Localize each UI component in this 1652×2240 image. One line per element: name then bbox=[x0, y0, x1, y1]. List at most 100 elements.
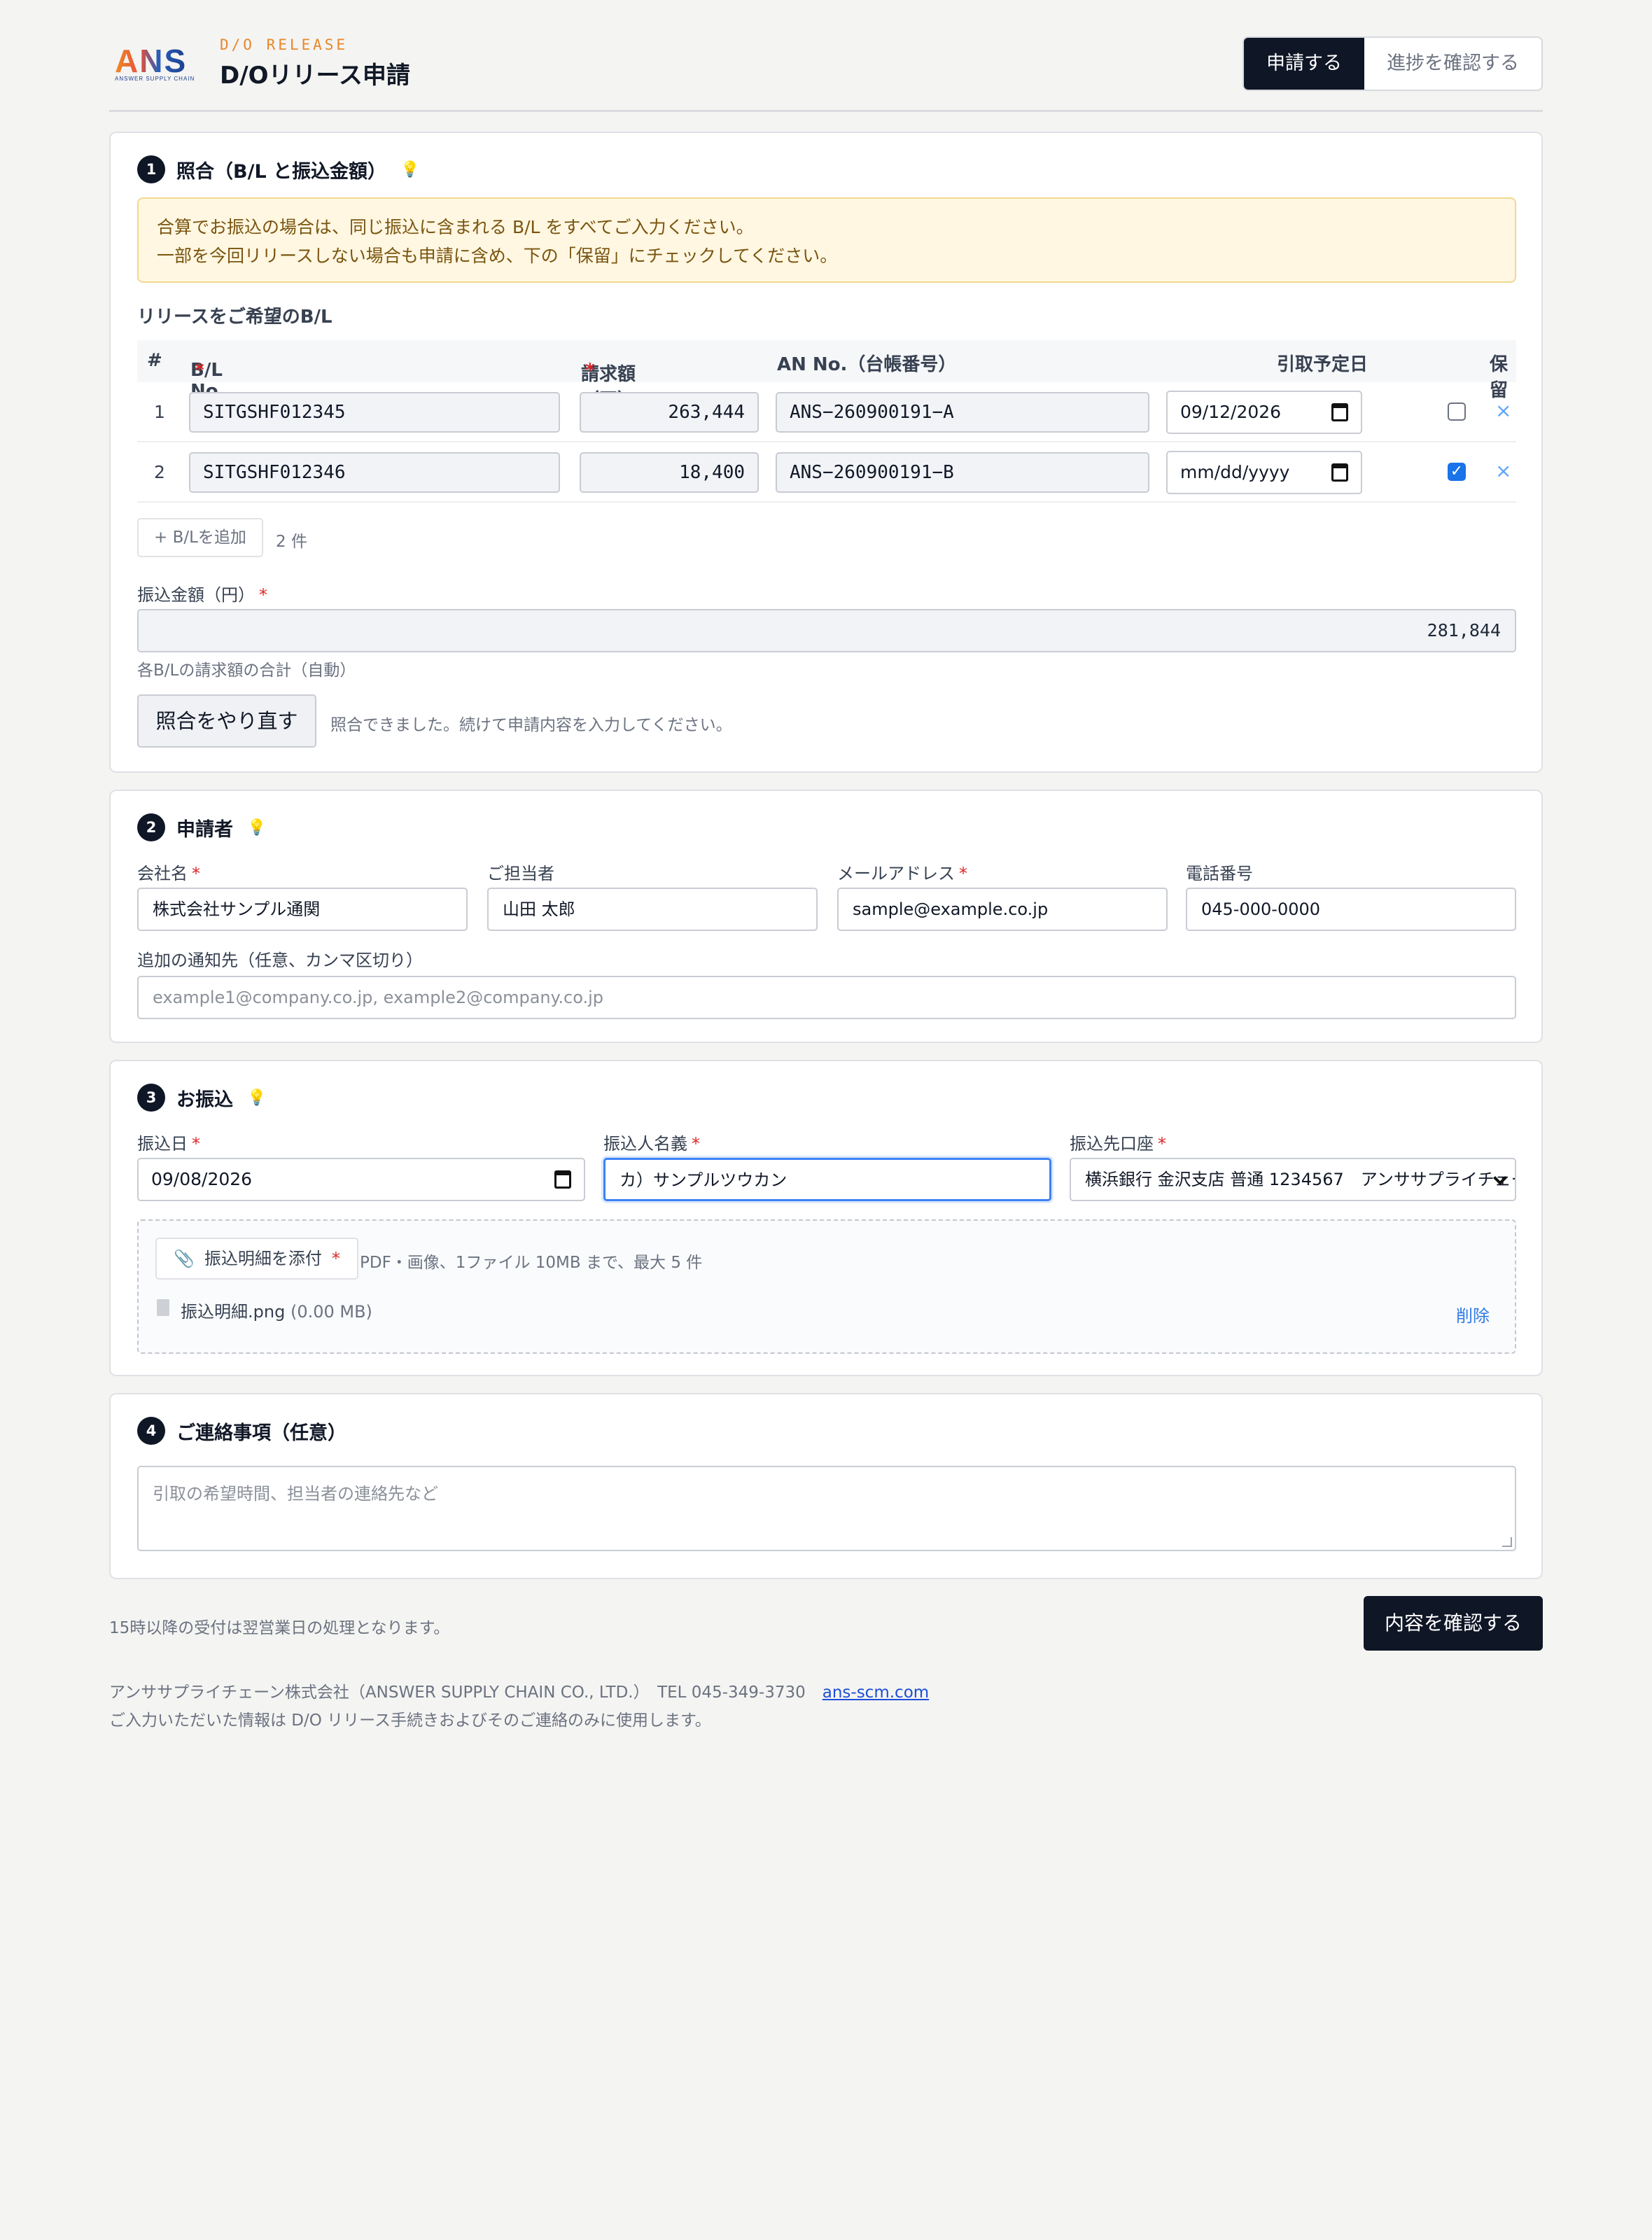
section-title: 1 照合（B/L と振込金額） 💡 bbox=[137, 155, 419, 183]
hold-checkbox[interactable] bbox=[1448, 402, 1466, 421]
column-header-index: # bbox=[147, 350, 162, 371]
website-link[interactable]: ans-scm.com bbox=[822, 1684, 929, 1702]
company-name-input[interactable]: 株式会社サンプル通関 bbox=[137, 888, 468, 931]
section-title: 3 お振込 💡 bbox=[137, 1084, 266, 1112]
table-row: 1 SITGSHF012345 263,444 ANS−260900191−A … bbox=[137, 382, 1516, 442]
tab-progress[interactable]: 進捗を確認する bbox=[1364, 38, 1541, 90]
an-number-input[interactable]: ANS−260900191−A bbox=[776, 392, 1149, 433]
step-number: 1 bbox=[137, 155, 165, 183]
confirm-button[interactable]: 内容を確認する bbox=[1363, 1596, 1543, 1651]
hold-checkbox[interactable]: ✓ bbox=[1448, 463, 1466, 481]
pickup-date-input[interactable]: mm/dd/yyyy bbox=[1166, 451, 1362, 494]
destination-account-select[interactable]: 横浜銀行 金沢支店 普通 1234567 アンササプライチェーン bbox=[1070, 1158, 1516, 1201]
file-name: 振込明細.png bbox=[181, 1302, 286, 1322]
label-text: 振込先口座 bbox=[1070, 1134, 1154, 1154]
company-text: アンササプライチェーン株式会社（ANSWER SUPPLY CHAIN CO.,… bbox=[109, 1684, 806, 1702]
notice-box: 合算でお振込の場合は、同じ振込に含まれる B/L をすべてご入力ください。 一部… bbox=[137, 197, 1516, 283]
label-text: 振込人名義 bbox=[603, 1134, 687, 1154]
bl-number-input[interactable]: SITGSHF012345 bbox=[189, 392, 560, 433]
required-mark: * bbox=[1158, 1134, 1166, 1154]
lightbulb-icon[interactable]: 💡 bbox=[400, 161, 419, 178]
selected-account: 横浜銀行 金沢支店 普通 1234567 アンササプライチェーン bbox=[1085, 1170, 1516, 1189]
row-index: 1 bbox=[154, 402, 165, 422]
contact-person-input[interactable]: 山田 太郎 bbox=[487, 888, 818, 931]
tab-bar: 申請する 進捗を確認する bbox=[1242, 36, 1543, 91]
section-title: 2 申請者 💡 bbox=[137, 813, 266, 841]
transfer-amount-label: 振込金額（円） * bbox=[137, 581, 267, 606]
company-line: アンササプライチェーン株式会社（ANSWER SUPPLY CHAIN CO.,… bbox=[109, 1679, 929, 1707]
delete-file-link[interactable]: 削除 bbox=[1456, 1302, 1490, 1326]
account-label: 振込先口座 * bbox=[1070, 1130, 1166, 1154]
step-number: 4 bbox=[137, 1417, 165, 1445]
attachment-hint: PDF・画像、1ファイル 10MB まで、最大 5 件 bbox=[360, 1254, 703, 1272]
payer-name-input[interactable]: カ）サンプルツウカン bbox=[603, 1158, 1051, 1201]
row-index: 2 bbox=[154, 462, 165, 482]
required-mark: * bbox=[585, 360, 595, 381]
company-info: アンササプライチェーン株式会社（ANSWER SUPPLY CHAIN CO.,… bbox=[109, 1679, 929, 1735]
lightbulb-icon[interactable]: 💡 bbox=[247, 1089, 266, 1107]
notify-label: 追加の通知先（任意、カンマ区切り） bbox=[137, 951, 423, 970]
amount-input[interactable]: 263,444 bbox=[580, 392, 759, 433]
tab-apply[interactable]: 申請する bbox=[1244, 38, 1364, 90]
section-heading: 申請者 bbox=[176, 818, 233, 841]
column-header-an: AN No.（台帳番号） bbox=[777, 354, 957, 375]
required-mark: * bbox=[259, 585, 267, 605]
add-bl-button[interactable]: + B/Lを追加 bbox=[137, 518, 263, 557]
notice-line: 合算でお振込の場合は、同じ振込に含まれる B/L をすべてご入力ください。 bbox=[157, 217, 754, 237]
redo-verification-button[interactable]: 照合をやり直す bbox=[137, 694, 316, 748]
attachment-dropzone[interactable]: 📎 振込明細を添付 * PDF・画像、1ファイル 10MB まで、最大 5 件 振込… bbox=[137, 1219, 1516, 1354]
notice-line: 一部を今回リリースしない場合も申請に含め、下の「保留」にチェックしてください。 bbox=[157, 246, 838, 266]
calendar-icon[interactable] bbox=[1331, 463, 1348, 482]
button-label: 振込明細を添付 bbox=[204, 1249, 322, 1268]
label-text: 振込金額（円） bbox=[137, 585, 255, 605]
page: ANS ANSWER SUPPLY CHAIN D/O RELEASE D/Oリ… bbox=[109, 0, 1543, 1730]
eyebrow-label: D/O RELEASE bbox=[220, 36, 349, 53]
remove-row-icon[interactable]: × bbox=[1495, 459, 1511, 482]
message-textarea[interactable]: 引取の希望時間、担当者の連絡先など bbox=[137, 1466, 1516, 1551]
pickup-date-input[interactable]: 09/12/2026 bbox=[1166, 391, 1362, 434]
remove-row-icon[interactable]: × bbox=[1495, 399, 1511, 422]
company-label: 会社名 * bbox=[137, 860, 200, 884]
attach-statement-button[interactable]: 📎 振込明細を添付 * bbox=[155, 1238, 358, 1280]
date-value: 09/12/2026 bbox=[1180, 402, 1282, 422]
label-text: 振込日 bbox=[137, 1134, 188, 1154]
section-title: 4 ご連絡事項（任意） bbox=[137, 1417, 346, 1445]
bl-list-heading: リリースをご希望のB/L bbox=[137, 307, 332, 328]
header: ANS ANSWER SUPPLY CHAIN D/O RELEASE D/Oリ… bbox=[109, 0, 1543, 112]
resize-handle-icon[interactable] bbox=[1502, 1537, 1512, 1547]
lightbulb-icon[interactable]: 💡 bbox=[247, 819, 266, 836]
required-mark: * bbox=[192, 1134, 200, 1154]
paperclip-icon: 📎 bbox=[174, 1249, 195, 1268]
phone-input[interactable]: 045-000-0000 bbox=[1186, 888, 1516, 931]
transfer-date-input[interactable]: 09/08/2026 bbox=[137, 1158, 585, 1201]
section-applicant: 2 申請者 💡 会社名 * 株式会社サンプル通関 ご担当者 山田 太郎 メールアド… bbox=[109, 790, 1543, 1043]
cutoff-note: 15時以降の受付は翌営業日の処理となります。 bbox=[109, 1619, 450, 1637]
label-text: メールアドレス bbox=[837, 864, 955, 883]
calendar-icon[interactable] bbox=[1331, 403, 1348, 421]
section-message: 4 ご連絡事項（任意） 引取の希望時間、担当者の連絡先など bbox=[109, 1393, 1543, 1579]
bl-number-input[interactable]: SITGSHF012346 bbox=[189, 452, 560, 493]
column-header-date: 引取予定日 bbox=[1277, 354, 1368, 375]
additional-notify-input[interactable]: example1@company.co.jp, example2@company… bbox=[137, 976, 1516, 1019]
logo-text: ANS bbox=[115, 43, 188, 79]
date-value: mm/dd/yyyy bbox=[1180, 462, 1290, 482]
section-heading: ご連絡事項（任意） bbox=[176, 1422, 346, 1444]
amount-input[interactable]: 18,400 bbox=[580, 452, 759, 493]
section-transfer: 3 お振込 💡 振込日 * 09/08/2026 振込人名義 * カ）サンプルツウカ… bbox=[109, 1060, 1543, 1376]
required-mark: * bbox=[692, 1134, 700, 1154]
phone-label: 電話番号 bbox=[1186, 864, 1253, 883]
email-input[interactable]: sample@example.co.jp bbox=[837, 888, 1168, 931]
file-size: (0.00 MB) bbox=[290, 1302, 372, 1322]
calendar-icon[interactable] bbox=[554, 1170, 571, 1189]
person-label: ご担当者 bbox=[487, 864, 554, 883]
logo-subtext: ANSWER SUPPLY CHAIN bbox=[115, 76, 195, 82]
required-mark: * bbox=[192, 864, 200, 883]
date-value: 09/08/2026 bbox=[151, 1169, 253, 1189]
label-text: 会社名 bbox=[137, 864, 188, 883]
step-number: 3 bbox=[137, 1084, 165, 1112]
an-number-input[interactable]: ANS−260900191−B bbox=[776, 452, 1149, 493]
email-label: メールアドレス * bbox=[837, 860, 967, 884]
step-number: 2 bbox=[137, 813, 165, 841]
section-heading: 照合（B/L と振込金額） bbox=[176, 160, 387, 183]
privacy-note: ご入力いただいた情報は D/O リリース手続きおよびそのご連絡のみに使用します。 bbox=[109, 1712, 711, 1730]
